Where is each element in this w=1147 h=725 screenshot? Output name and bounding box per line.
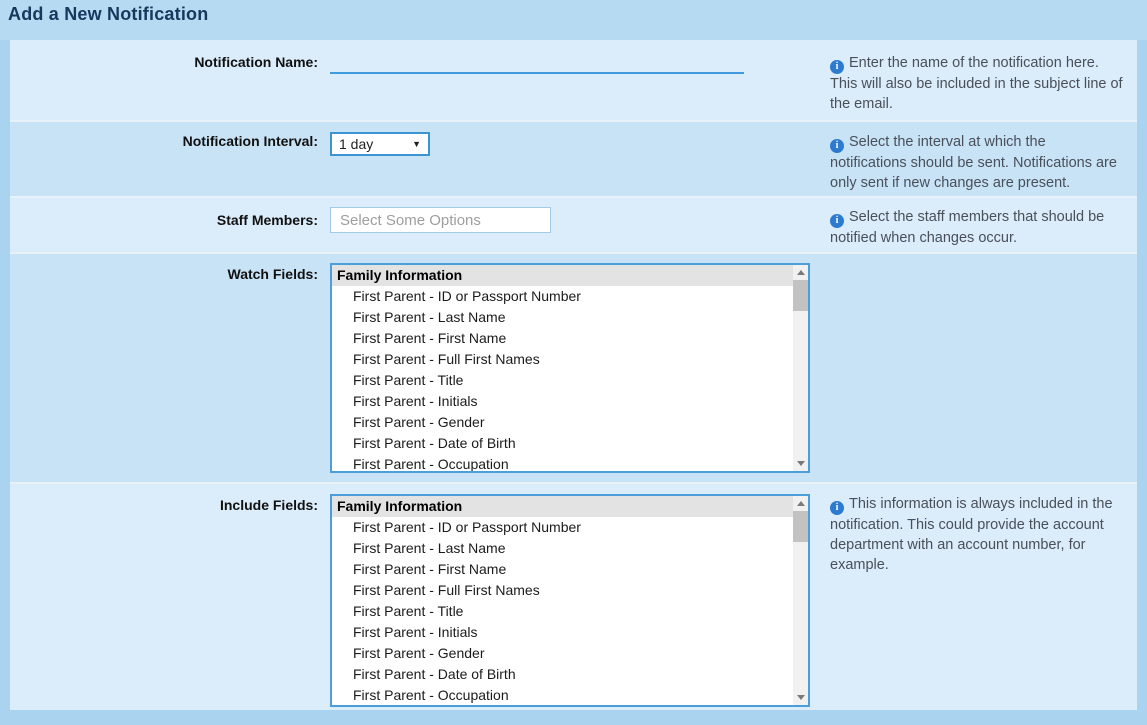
list-option[interactable]: First Parent - Last Name bbox=[332, 307, 793, 328]
list-option[interactable]: First Parent - Initials bbox=[332, 391, 793, 412]
list-option[interactable]: First Parent - Title bbox=[332, 370, 793, 391]
scroll-up-icon[interactable] bbox=[793, 265, 808, 280]
list-option[interactable]: First Parent - Gender bbox=[332, 412, 793, 433]
list-option[interactable]: First Parent - Last Name bbox=[332, 538, 793, 559]
scroll-thumb[interactable] bbox=[793, 511, 808, 542]
watch-fields-listbox[interactable]: Family Information First Parent - ID or … bbox=[330, 263, 810, 473]
staff-members-input[interactable] bbox=[330, 207, 551, 233]
list-option[interactable]: First Parent - Initials bbox=[332, 622, 793, 643]
scroll-up-icon[interactable] bbox=[793, 496, 808, 511]
help-text: This information is always included in t… bbox=[830, 496, 1113, 573]
list-group-header[interactable]: Family Information bbox=[332, 265, 793, 286]
row-staff-members: Staff Members: iSelect the staff members… bbox=[10, 196, 1137, 252]
scroll-down-icon[interactable] bbox=[793, 456, 808, 471]
page: Add a New Notification Notification Name… bbox=[0, 0, 1147, 725]
help-text: Enter the name of the notification here.… bbox=[830, 55, 1123, 112]
page-header: Add a New Notification bbox=[0, 0, 1147, 40]
info-icon: i bbox=[830, 214, 844, 228]
scroll-track[interactable] bbox=[793, 511, 808, 690]
row-notification-name: Notification Name: i Enter the name of th… bbox=[10, 40, 1137, 120]
scroll-thumb[interactable] bbox=[793, 280, 808, 311]
info-icon: i bbox=[830, 60, 844, 74]
row-notification-interval: Notification Interval: 1 day ▼ i Select t… bbox=[10, 120, 1137, 196]
notification-interval-label: Notification Interval: bbox=[182, 133, 318, 149]
list-option[interactable]: First Parent - ID or Passport Number bbox=[332, 517, 793, 538]
selected-option: 1 day bbox=[339, 136, 374, 152]
notification-name-label: Notification Name: bbox=[194, 54, 318, 70]
list-option[interactable]: First Parent - Gender bbox=[332, 643, 793, 664]
include-fields-label: Include Fields: bbox=[219, 497, 318, 513]
help-text: Select the staff members that should be … bbox=[830, 209, 1105, 246]
scrollbar[interactable] bbox=[793, 265, 808, 471]
row-include-fields: Include Fields: Family Information First… bbox=[10, 482, 1137, 710]
list-option[interactable]: First Parent - Title bbox=[332, 601, 793, 622]
list-option[interactable]: First Parent - Full First Names bbox=[332, 349, 793, 370]
help-text: Select the interval at which the notific… bbox=[830, 134, 1117, 191]
info-icon: i bbox=[830, 139, 844, 153]
list-option[interactable]: First Parent - First Name bbox=[332, 328, 793, 349]
list-option[interactable]: First Parent - Occupation bbox=[332, 685, 793, 705]
list-option[interactable]: First Parent - Occupation bbox=[332, 454, 793, 471]
scroll-down-icon[interactable] bbox=[793, 690, 808, 705]
list-option[interactable]: First Parent - First Name bbox=[332, 559, 793, 580]
include-fields-listbox[interactable]: Family Information First Parent - ID or … bbox=[330, 494, 810, 707]
notification-form: Notification Name: i Enter the name of th… bbox=[10, 40, 1137, 710]
notification-name-help: i Enter the name of the notification here… bbox=[830, 53, 1137, 120]
staff-members-help: i Select the staff members that should be… bbox=[830, 207, 1137, 252]
scroll-track[interactable] bbox=[793, 280, 808, 456]
info-icon: i bbox=[830, 501, 844, 515]
list-option[interactable]: First Parent - Full First Names bbox=[332, 580, 793, 601]
staff-members-label: Staff Members: bbox=[216, 212, 318, 228]
list-group-header[interactable]: Family Information bbox=[332, 496, 793, 517]
page-title: Add a New Notification bbox=[8, 4, 209, 24]
notification-interval-help: i Select the interval at which the notifi… bbox=[830, 132, 1137, 196]
include-fields-help: i This information is always included in … bbox=[830, 494, 1137, 710]
list-option[interactable]: First Parent - Date of Birth bbox=[332, 433, 793, 454]
notification-interval-select[interactable]: 1 day ▼ bbox=[330, 132, 430, 156]
list-option[interactable]: First Parent - ID or Passport Number bbox=[332, 286, 793, 307]
notification-name-input[interactable] bbox=[330, 53, 744, 74]
row-watch-fields: Watch Fields: Family Information First P… bbox=[10, 252, 1137, 482]
watch-fields-help bbox=[830, 263, 1137, 482]
scrollbar[interactable] bbox=[793, 496, 808, 705]
chevron-down-icon: ▼ bbox=[412, 139, 421, 149]
list-option[interactable]: First Parent - Date of Birth bbox=[332, 664, 793, 685]
watch-fields-label: Watch Fields: bbox=[227, 266, 319, 282]
